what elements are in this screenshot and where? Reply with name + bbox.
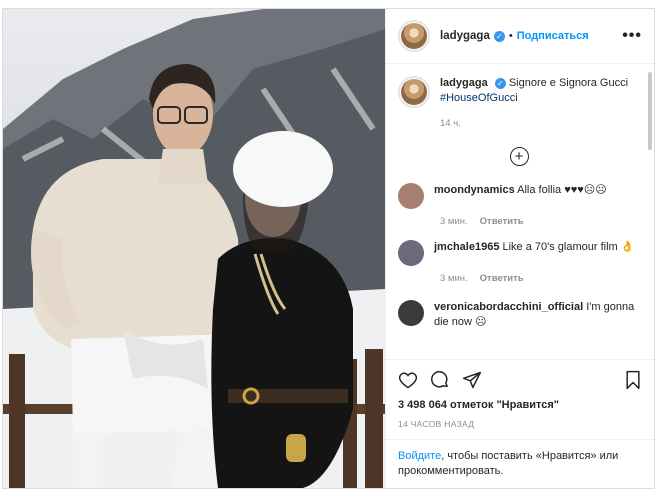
comment-username[interactable]: veronicabordacchini_official	[434, 301, 583, 313]
comment-text-block: veronicabordacchini_official I'm gonna d…	[434, 300, 640, 330]
comment-meta: 3 мин. Ответить	[440, 216, 640, 227]
reply-button[interactable]: Ответить	[480, 273, 524, 284]
comment-text: Like a 70's glamour film 👌	[502, 241, 635, 253]
caption-avatar[interactable]	[398, 76, 430, 108]
reply-button[interactable]: Ответить	[480, 216, 524, 227]
post-photo[interactable]	[3, 9, 385, 488]
caption-text: Signore e Signora Gucci	[508, 77, 629, 89]
author-avatar[interactable]	[398, 20, 430, 52]
commenter-avatar[interactable]	[398, 183, 424, 209]
more-options-icon[interactable]: •••	[622, 27, 642, 45]
like-heart-icon[interactable]	[398, 370, 418, 390]
likes-count[interactable]: 3 498 064 отметок "Нравится"	[386, 399, 654, 411]
caption-username[interactable]: ladygaga	[440, 77, 488, 89]
instagram-post: ladygaga ✓ • Подписаться ••• ladygaga ✓ …	[2, 8, 655, 489]
save-bookmark-icon[interactable]	[624, 370, 642, 390]
post-timestamp: 14 ЧАСОВ НАЗАД	[398, 419, 475, 429]
comment-username[interactable]: moondynamics	[434, 184, 515, 196]
separator-dot: •	[508, 30, 513, 42]
login-prompt: Войдите, чтобы поставить «Нравится» или …	[386, 439, 654, 488]
comment-text-block: moondynamics Alla follia ♥♥♥☹☹	[434, 183, 607, 198]
author-username[interactable]: ladygaga	[440, 30, 490, 42]
commenter-avatar[interactable]	[398, 240, 424, 266]
comment-item: veronicabordacchini_official I'm gonna d…	[398, 300, 640, 330]
avatar-image	[401, 79, 427, 105]
caption-text-block: ladygaga ✓ Signore e Signora Gucci #Hous…	[440, 76, 628, 106]
comment-time: 3 мин.	[440, 216, 468, 227]
load-more-comments-icon[interactable]: +	[509, 147, 529, 166]
post-header: ladygaga ✓ • Подписаться •••	[386, 9, 654, 64]
commenter-avatar[interactable]	[398, 300, 424, 326]
comment-item: jmchale1965 Like a 70's glamour film 👌	[398, 240, 640, 266]
post-image-illustration	[3, 9, 385, 488]
verified-badge-icon: ✓	[494, 77, 506, 89]
comment-username[interactable]: jmchale1965	[434, 241, 499, 253]
comment-meta: 3 мин. Ответить	[440, 273, 640, 284]
comment-time: 3 мин.	[440, 273, 468, 284]
post-sidebar: ladygaga ✓ • Подписаться ••• ladygaga ✓ …	[385, 9, 654, 488]
share-paper-plane-icon[interactable]	[462, 370, 482, 390]
comment-bubble-icon[interactable]	[430, 370, 450, 390]
login-link[interactable]: Войдите	[398, 450, 441, 462]
verified-badge-icon: ✓	[493, 30, 505, 42]
caption-time: 14 ч.	[440, 118, 461, 129]
comment-item: moondynamics Alla follia ♥♥♥☹☹	[398, 183, 640, 209]
caption-hashtag[interactable]: #HouseOfGucci	[440, 92, 518, 104]
comments-section[interactable]: ladygaga ✓ Signore e Signora Gucci #Hous…	[386, 64, 654, 359]
avatar-image	[401, 23, 427, 49]
follow-button[interactable]: Подписаться	[517, 30, 589, 42]
caption: ladygaga ✓ Signore e Signora Gucci #Hous…	[398, 76, 640, 108]
comment-text-block: jmchale1965 Like a 70's glamour film 👌	[434, 240, 634, 255]
action-bar	[386, 359, 654, 399]
comments-scrollbar[interactable]	[648, 72, 652, 150]
comment-text: Alla follia ♥♥♥☹☹	[517, 184, 607, 196]
